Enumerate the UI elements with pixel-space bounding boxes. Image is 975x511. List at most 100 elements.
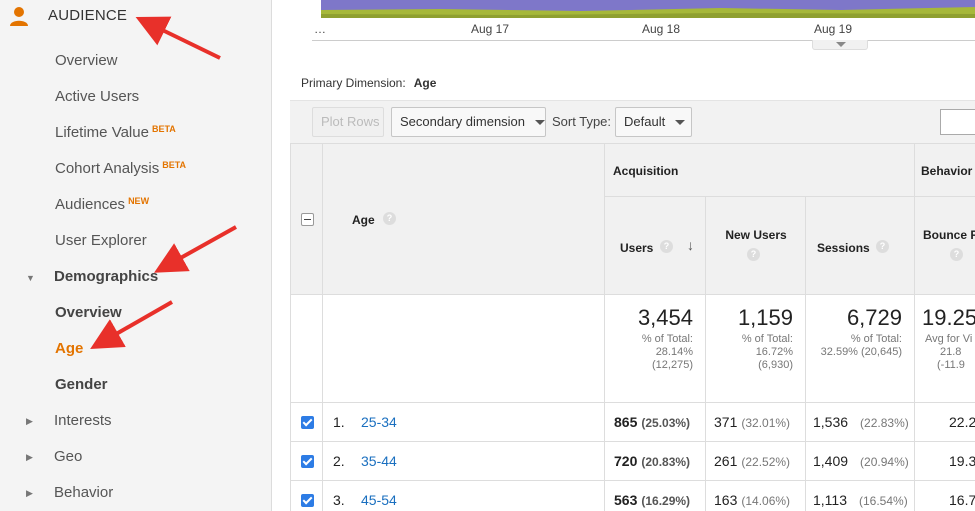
plot-rows-button[interactable]: Plot Rows (312, 107, 384, 137)
select-all-checkbox[interactable] (301, 213, 314, 226)
row-users-cell: 563 (16.29%) (605, 481, 706, 511)
sidebar-item-geo[interactable]: Geo (54, 447, 82, 467)
primary-dimension-value[interactable]: Age (414, 76, 437, 90)
help-icon[interactable]: ? (876, 240, 889, 253)
total-bounce-rate-value: 19.25 (922, 305, 975, 330)
primary-dimension: Primary Dimension: Age (301, 76, 436, 90)
x-tick: Aug 19 (814, 22, 853, 36)
caret-right-icon[interactable]: ▶ (26, 488, 36, 498)
users-percent: (20.83%) (641, 455, 691, 469)
totals-sessions-cell: 6,729 % of Total: 32.59% (20,645) (806, 295, 915, 403)
help-icon[interactable]: ? (747, 248, 760, 261)
row-number: 3. (333, 492, 345, 508)
row-users-cell: 865 (25.03%) (605, 403, 706, 442)
sidebar-item-demographics-overview[interactable]: Overview (55, 303, 122, 323)
row-dimension-cell: 2. 35-44 (323, 442, 605, 481)
bounce-rate-column-header[interactable]: Bounce R ? (915, 197, 975, 295)
total-users-sub: % of Total: 28.14% (12,275) (642, 333, 693, 372)
total-bounce-rate-sub: Avg for Vi 21.8 (-11.9 (925, 333, 972, 372)
row-checkbox[interactable] (301, 455, 314, 468)
sidebar-item-interests[interactable]: Interests (54, 411, 112, 431)
bounce-value: 16.7 (949, 492, 975, 508)
audience-section-header[interactable] (8, 4, 30, 28)
sidebar-item-label: Cohort Analysis (55, 160, 160, 177)
acquisition-group-label: Acquisition (613, 164, 679, 178)
users-number: 865 (614, 414, 638, 430)
caret-right-icon[interactable]: ▶ (26, 416, 36, 426)
x-tick: Aug 17 (471, 22, 510, 36)
totals-checkbox-cell (290, 295, 323, 403)
beta-badge: BETA (151, 124, 176, 134)
users-percent: (16.29%) (641, 494, 691, 508)
row-bounce-cell: 22.2 (915, 403, 975, 442)
sort-arrow-down-icon[interactable]: ↓ (687, 237, 694, 253)
row-checkbox[interactable] (301, 416, 314, 429)
help-icon[interactable]: ? (383, 212, 396, 225)
new-users-column-label: New Users (725, 228, 787, 242)
help-icon[interactable]: ? (950, 248, 963, 261)
sidebar-item-cohort-analysis[interactable]: Cohort Analysis BETA (55, 159, 186, 179)
total-sessions-sub: % of Total: 32.59% (20,645) (821, 333, 902, 359)
row-bounce-cell: 19.3 (915, 442, 975, 481)
person-icon (8, 5, 30, 27)
caret-right-icon[interactable]: ▶ (26, 452, 36, 462)
new-badge: NEW (128, 196, 150, 206)
select-all-header (290, 143, 323, 295)
table-row (290, 481, 323, 511)
chart-collapse-tab[interactable] (812, 40, 868, 50)
audience-section-title[interactable]: AUDIENCE (48, 4, 127, 28)
row-age-link[interactable]: 25-34 (361, 414, 397, 430)
total-sub-line: (6,930) (758, 359, 793, 371)
table-search-input[interactable] (940, 109, 975, 135)
row-checkbox[interactable] (301, 494, 314, 507)
sidebar-item-audiences[interactable]: Audiences NEW (55, 195, 149, 215)
chevron-down-icon (675, 120, 686, 126)
behavior-group-label: Behavior (921, 164, 973, 178)
total-sub-line: 16.72% (755, 346, 793, 358)
sessions-percent: (22.83%) (860, 416, 909, 430)
sidebar-item-demographics[interactable]: Demographics (54, 267, 158, 287)
secondary-dimension-dropdown[interactable]: Secondary dimension (391, 107, 546, 137)
new-users-value: 261 (22.52%) (714, 453, 790, 469)
total-sub-line: (12,275) (652, 359, 693, 371)
sessions-value: 1,536 (22.83%) (813, 414, 909, 430)
total-sub-line: 32.59% (20,645) (820, 346, 902, 358)
sidebar-item-age[interactable]: Age (55, 339, 83, 359)
total-sub-line: 28.14% (655, 346, 693, 358)
sidebar-item-user-explorer[interactable]: User Explorer (55, 231, 147, 251)
sidebar-item-gender[interactable]: Gender (55, 375, 108, 395)
sidebar-item-behavior[interactable]: Behavior (54, 483, 113, 503)
totals-bounce-rate-cell: 19.25 Avg for Vi 21.8 (-11.9 (915, 295, 975, 403)
new-users-percent: (22.52%) (741, 455, 791, 469)
row-age-link[interactable]: 35-44 (361, 453, 397, 469)
users-value: 865 (25.03%) (614, 414, 690, 430)
totals-users-cell: 3,454 % of Total: 28.14% (12,275) (605, 295, 706, 403)
new-users-column-header[interactable]: New Users ? (706, 197, 806, 295)
row-number: 1. (333, 414, 345, 430)
x-tick: … (314, 22, 326, 36)
row-new-users-cell: 371 (32.01%) (706, 403, 806, 442)
acquisition-group-header: Acquisition (605, 143, 915, 197)
age-column-header[interactable]: Age ? (323, 143, 605, 295)
sessions-column-header[interactable]: Sessions ? (806, 197, 915, 295)
sidebar-item-overview[interactable]: Overview (55, 51, 118, 71)
row-users-cell: 720 (20.83%) (605, 442, 706, 481)
total-new-users-value: 1,159 (737, 305, 793, 330)
sessions-value: 1,409 (20.94%) (813, 453, 909, 469)
row-age-link[interactable]: 45-54 (361, 492, 397, 508)
sessions-number: 1,536 (813, 414, 849, 430)
sidebar-item-active-users[interactable]: Active Users (55, 87, 139, 107)
total-sub-line: % of Total: (641, 333, 693, 345)
sidebar-item-lifetime-value[interactable]: Lifetime Value BETA (55, 123, 176, 143)
caret-down-icon[interactable]: ▼ (26, 273, 36, 283)
users-number: 563 (614, 492, 638, 508)
help-icon[interactable]: ? (660, 240, 673, 253)
sort-type-dropdown[interactable]: Default (615, 107, 692, 137)
sidebar-item-label: Lifetime Value (55, 124, 149, 141)
new-users-value: 371 (32.01%) (714, 414, 790, 430)
table-row (290, 403, 323, 442)
users-column-header[interactable]: Users ? ↓ (605, 197, 706, 295)
row-new-users-cell: 261 (22.52%) (706, 442, 806, 481)
users-value: 563 (16.29%) (614, 492, 690, 508)
total-users-value: 3,454 (637, 305, 693, 330)
